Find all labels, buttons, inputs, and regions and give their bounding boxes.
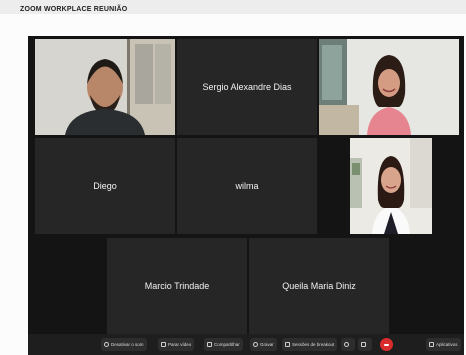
leave-meeting-button[interactable] xyxy=(380,338,393,351)
record-icon xyxy=(253,342,258,348)
participant-video-feed xyxy=(35,39,175,135)
participant-tile[interactable]: Diego xyxy=(35,138,175,234)
breakout-rooms-button[interactable]: Sessões de breakout xyxy=(282,338,338,351)
record-button[interactable]: Gravar xyxy=(250,338,277,351)
more-icon xyxy=(361,342,366,348)
share-icon xyxy=(207,342,212,348)
participant-tile[interactable]: Sergio Alexandre Dias xyxy=(177,39,317,135)
apps-button[interactable]: Aplicativos xyxy=(426,338,461,351)
video-grid: Sergio Alexandre Dias Diego wilma Marcio… xyxy=(28,36,464,346)
participant-name: Diego xyxy=(93,181,117,191)
mute-button[interactable]: Desativar o som xyxy=(101,338,147,351)
reactions-button[interactable] xyxy=(341,338,355,351)
participant-tile-video[interactable] xyxy=(319,39,459,135)
share-screen-button[interactable]: Compartilhar xyxy=(204,338,243,351)
participant-video-feed xyxy=(350,138,432,234)
participant-name: Marcio Trindade xyxy=(144,281,210,291)
participant-name: wilma xyxy=(235,181,259,191)
breakout-icon xyxy=(285,342,290,348)
participant-tile[interactable]: Queila Maria Diniz xyxy=(249,238,389,334)
camera-icon xyxy=(161,342,166,348)
stop-video-button[interactable]: Parar vídeo xyxy=(158,338,195,351)
meeting-stage: Sergio Alexandre Dias Diego wilma Marcio… xyxy=(0,14,466,355)
participant-tile[interactable]: wilma xyxy=(177,138,317,234)
window-title: ZOOM WORKPLACE REUNIÃO xyxy=(20,6,128,13)
participant-tile[interactable]: Marcio Trindade xyxy=(107,238,247,334)
meeting-controls-bar: Desativar o som Parar vídeo Compartilhar… xyxy=(28,334,464,355)
participant-name: Queila Maria Diniz xyxy=(282,281,356,291)
apps-icon xyxy=(429,342,434,348)
microphone-icon xyxy=(104,342,109,348)
reactions-icon xyxy=(344,342,349,348)
more-button[interactable] xyxy=(358,338,372,351)
participant-tile-video[interactable] xyxy=(35,39,175,135)
participant-video-feed xyxy=(319,39,459,135)
participant-tile-video[interactable] xyxy=(350,138,432,234)
participant-name: Sergio Alexandre Dias xyxy=(202,82,292,92)
